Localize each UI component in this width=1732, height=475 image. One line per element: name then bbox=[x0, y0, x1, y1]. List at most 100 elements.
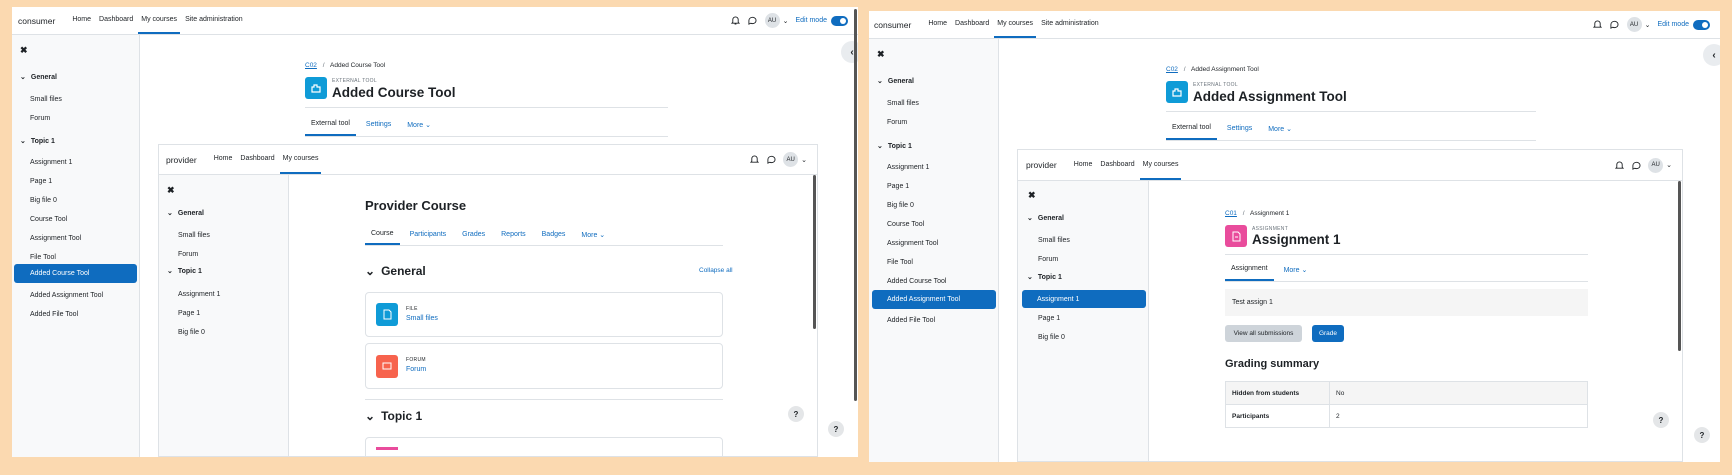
collapse-all-link[interactable]: Collapse all bbox=[699, 267, 733, 274]
tab-more[interactable]: More ⌄ bbox=[401, 113, 437, 136]
course-index-item[interactable]: Added Assignment Tool bbox=[30, 288, 103, 302]
section-heading-general[interactable]: ⌄ General bbox=[365, 264, 426, 278]
grade-button[interactable]: Grade bbox=[1312, 325, 1344, 342]
tab-reports[interactable]: Reports bbox=[495, 224, 532, 245]
bell-icon[interactable] bbox=[1614, 160, 1624, 170]
chevron-down-icon[interactable]: ⌄ bbox=[20, 73, 26, 81]
tab-grades[interactable]: Grades bbox=[456, 224, 491, 245]
course-index-item[interactable]: Added File Tool bbox=[30, 307, 78, 321]
nav-dashboard[interactable]: Dashboard bbox=[1097, 150, 1137, 180]
section-general[interactable]: ⌄ General bbox=[20, 73, 57, 82]
chat-icon[interactable] bbox=[748, 16, 758, 26]
course-index-item[interactable]: Page 1 bbox=[887, 179, 909, 193]
site-brand[interactable]: consumer bbox=[874, 20, 911, 30]
nav-my-courses[interactable]: My courses bbox=[138, 7, 181, 34]
course-index-item-active[interactable]: Assignment 1 bbox=[1022, 290, 1146, 308]
close-drawer-icon[interactable]: ✖ bbox=[20, 45, 28, 56]
course-index-item[interactable]: Big file 0 bbox=[887, 198, 914, 212]
course-index-item[interactable]: Page 1 bbox=[1038, 311, 1060, 325]
activity-card-file[interactable]: FILE Small files bbox=[365, 292, 723, 337]
iframe-brand[interactable]: provider bbox=[1026, 160, 1057, 170]
course-index-item[interactable]: File Tool bbox=[887, 255, 913, 269]
tab-badges[interactable]: Badges bbox=[536, 224, 572, 245]
bell-icon[interactable] bbox=[1593, 20, 1603, 30]
chevron-down-icon[interactable]: ⌄ bbox=[20, 137, 26, 145]
help-button[interactable]: ? bbox=[788, 406, 804, 422]
section-general[interactable]: ⌄ General bbox=[877, 77, 914, 86]
nav-home[interactable]: Home bbox=[69, 7, 94, 34]
section-topic-1[interactable]: ⌄ Topic 1 bbox=[877, 142, 912, 151]
course-index-item[interactable]: Big file 0 bbox=[30, 193, 57, 207]
user-avatar[interactable]: AU bbox=[1648, 157, 1664, 173]
course-index-item[interactable]: Big file 0 bbox=[178, 325, 205, 339]
iframe-brand[interactable]: provider bbox=[166, 155, 197, 165]
chevron-down-icon[interactable]: ⌄ bbox=[167, 209, 173, 217]
course-index-item[interactable]: Small files bbox=[30, 92, 62, 106]
course-index-item[interactable]: Assignment Tool bbox=[30, 231, 81, 245]
bell-icon[interactable] bbox=[731, 16, 741, 26]
chevron-down-icon[interactable]: ⌄ bbox=[783, 17, 789, 25]
chevron-down-icon[interactable]: ⌄ bbox=[1645, 21, 1651, 29]
user-avatar[interactable]: AU bbox=[1626, 17, 1642, 32]
iframe-scrollbar[interactable] bbox=[813, 175, 816, 329]
course-index-item[interactable]: Added File Tool bbox=[887, 313, 935, 327]
section-general[interactable]: ⌄ General bbox=[167, 209, 204, 218]
section-heading-topic-1[interactable]: ⌄ Topic 1 bbox=[365, 409, 422, 423]
chevron-down-icon[interactable]: ⌄ bbox=[1027, 273, 1033, 281]
user-avatar[interactable]: AU bbox=[783, 152, 799, 167]
nav-home[interactable]: Home bbox=[1071, 150, 1096, 180]
chevron-down-icon[interactable]: ⌄ bbox=[877, 142, 883, 150]
nav-my-courses[interactable]: My courses bbox=[279, 145, 322, 174]
course-index-item[interactable]: Forum bbox=[30, 111, 50, 125]
tab-course[interactable]: Course bbox=[365, 224, 400, 245]
activity-link[interactable]: Small files bbox=[406, 315, 438, 322]
site-brand[interactable]: consumer bbox=[18, 16, 55, 26]
course-index-item-active[interactable]: Added Assignment Tool bbox=[872, 290, 996, 309]
nav-my-courses[interactable]: My courses bbox=[994, 11, 1037, 38]
chevron-down-icon[interactable]: ⌄ bbox=[365, 264, 375, 278]
tab-more[interactable]: More ⌄ bbox=[1278, 258, 1314, 281]
toggle-switch[interactable] bbox=[1693, 19, 1710, 30]
nav-site-administration[interactable]: Site administration bbox=[182, 7, 246, 34]
chevron-down-icon[interactable]: ⌄ bbox=[365, 409, 375, 423]
tab-external-tool[interactable]: External tool bbox=[305, 113, 356, 136]
view-all-submissions-button[interactable]: View all submissions bbox=[1225, 325, 1302, 342]
activity-card-forum[interactable]: FORUM Forum bbox=[365, 343, 723, 389]
section-topic-1[interactable]: ⌄ Topic 1 bbox=[167, 267, 202, 276]
course-index-item[interactable]: Small files bbox=[1038, 233, 1070, 247]
edit-mode-toggle[interactable]: Edit mode bbox=[795, 15, 848, 26]
course-index-item[interactable]: Small files bbox=[887, 96, 919, 110]
course-index-item[interactable]: Forum bbox=[1038, 252, 1058, 266]
tab-participants[interactable]: Participants bbox=[404, 224, 453, 245]
section-topic-1[interactable]: ⌄ Topic 1 bbox=[1027, 273, 1062, 282]
help-button[interactable]: ? bbox=[1694, 427, 1710, 443]
course-index-item[interactable]: Page 1 bbox=[178, 306, 200, 320]
course-index-item[interactable]: Assignment 1 bbox=[30, 155, 72, 169]
close-drawer-icon[interactable]: ✖ bbox=[877, 49, 885, 60]
chevron-down-icon[interactable]: ⌄ bbox=[801, 156, 807, 164]
course-index-item[interactable]: Page 1 bbox=[30, 174, 52, 188]
tab-settings[interactable]: Settings bbox=[360, 113, 397, 136]
edit-mode-toggle[interactable]: Edit mode bbox=[1657, 19, 1710, 30]
close-drawer-icon[interactable]: ✖ bbox=[1028, 190, 1036, 201]
course-index-item[interactable]: Course Tool bbox=[887, 217, 924, 231]
breadcrumb-link[interactable]: C02 bbox=[305, 62, 317, 69]
bell-icon[interactable] bbox=[749, 155, 759, 165]
nav-my-courses[interactable]: My courses bbox=[1139, 150, 1182, 180]
course-index-item[interactable]: Forum bbox=[178, 247, 198, 261]
nav-dashboard[interactable]: Dashboard bbox=[237, 145, 277, 174]
nav-home[interactable]: Home bbox=[925, 11, 950, 38]
chevron-down-icon[interactable]: ⌄ bbox=[1027, 214, 1033, 222]
nav-site-administration[interactable]: Site administration bbox=[1038, 11, 1102, 38]
user-avatar[interactable]: AU bbox=[764, 13, 780, 28]
course-index-item[interactable]: Assignment Tool bbox=[887, 236, 938, 250]
course-index-item[interactable]: Added Course Tool bbox=[887, 274, 946, 288]
tab-assignment[interactable]: Assignment bbox=[1225, 258, 1274, 281]
chevron-down-icon[interactable]: ⌄ bbox=[877, 77, 883, 85]
course-index-item[interactable]: Small files bbox=[178, 228, 210, 242]
tab-more[interactable]: More ⌄ bbox=[575, 224, 611, 245]
close-drawer-icon[interactable]: ✖ bbox=[167, 185, 175, 196]
section-topic-1[interactable]: ⌄ Topic 1 bbox=[20, 137, 55, 146]
breadcrumb-link[interactable]: C02 bbox=[1166, 66, 1178, 73]
activity-link[interactable]: Forum bbox=[406, 366, 426, 373]
